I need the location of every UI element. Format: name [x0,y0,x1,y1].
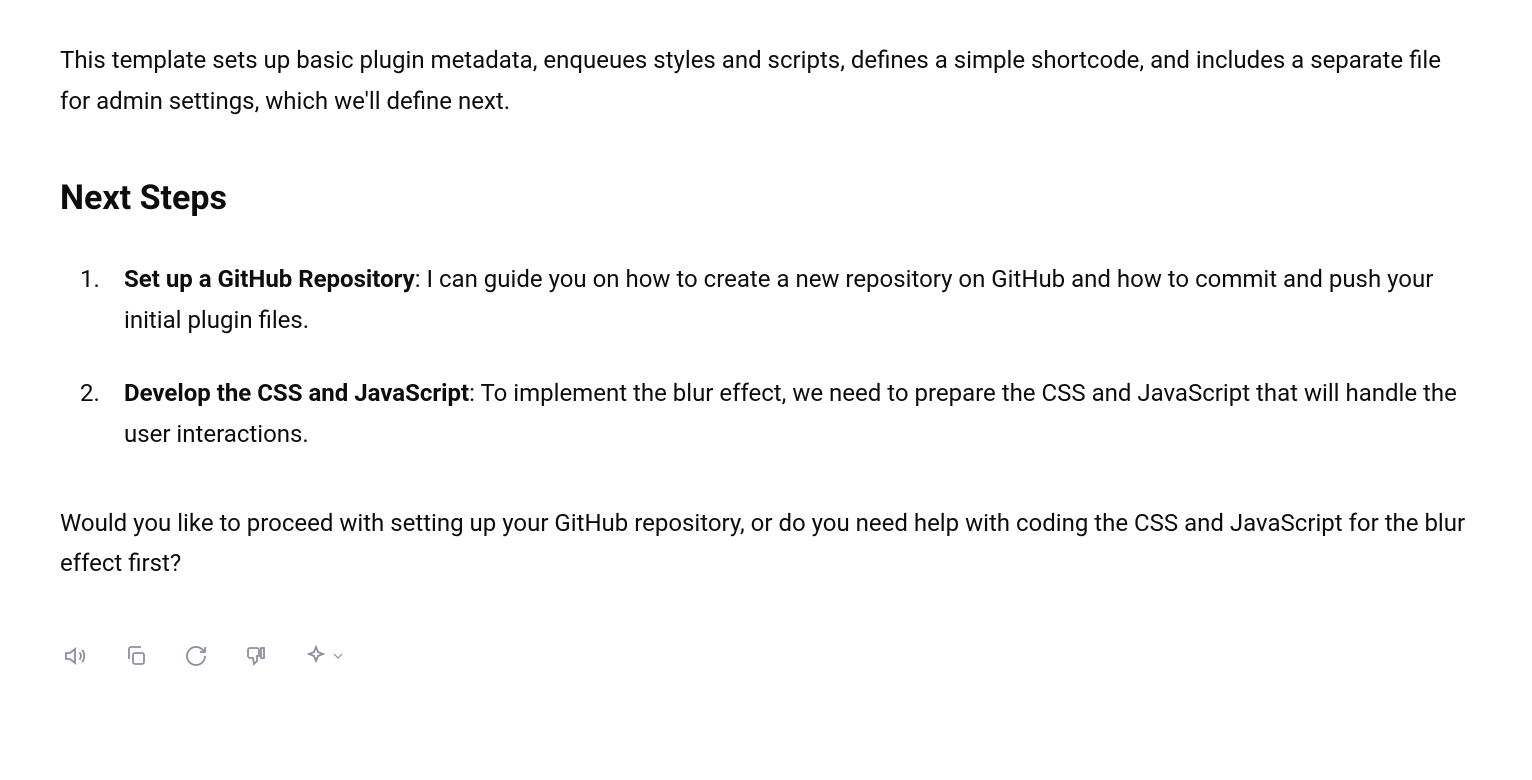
next-steps-heading: Next Steps [60,170,1472,228]
speaker-icon [64,644,88,671]
read-aloud-button[interactable] [60,640,92,675]
regenerate-button[interactable] [180,640,212,675]
step-item: Set up a GitHub Repository: I can guide … [80,259,1472,341]
intro-paragraph: This template sets up basic plugin metad… [60,40,1472,122]
model-switch-button[interactable] [300,640,350,675]
action-bar [60,632,1472,675]
closing-paragraph: Would you like to proceed with setting u… [60,503,1472,585]
sparkle-icon [304,644,328,671]
thumbs-down-icon [244,644,268,671]
steps-list: Set up a GitHub Repository: I can guide … [60,259,1472,454]
chevron-down-icon [330,648,346,667]
copy-icon [124,644,148,671]
refresh-icon [184,644,208,671]
step-bold-text: Develop the CSS and JavaScript [124,379,469,407]
step-item: Develop the CSS and JavaScript: To imple… [80,373,1472,455]
bad-response-button[interactable] [240,640,272,675]
copy-button[interactable] [120,640,152,675]
step-bold-text: Set up a GitHub Repository [124,265,415,293]
